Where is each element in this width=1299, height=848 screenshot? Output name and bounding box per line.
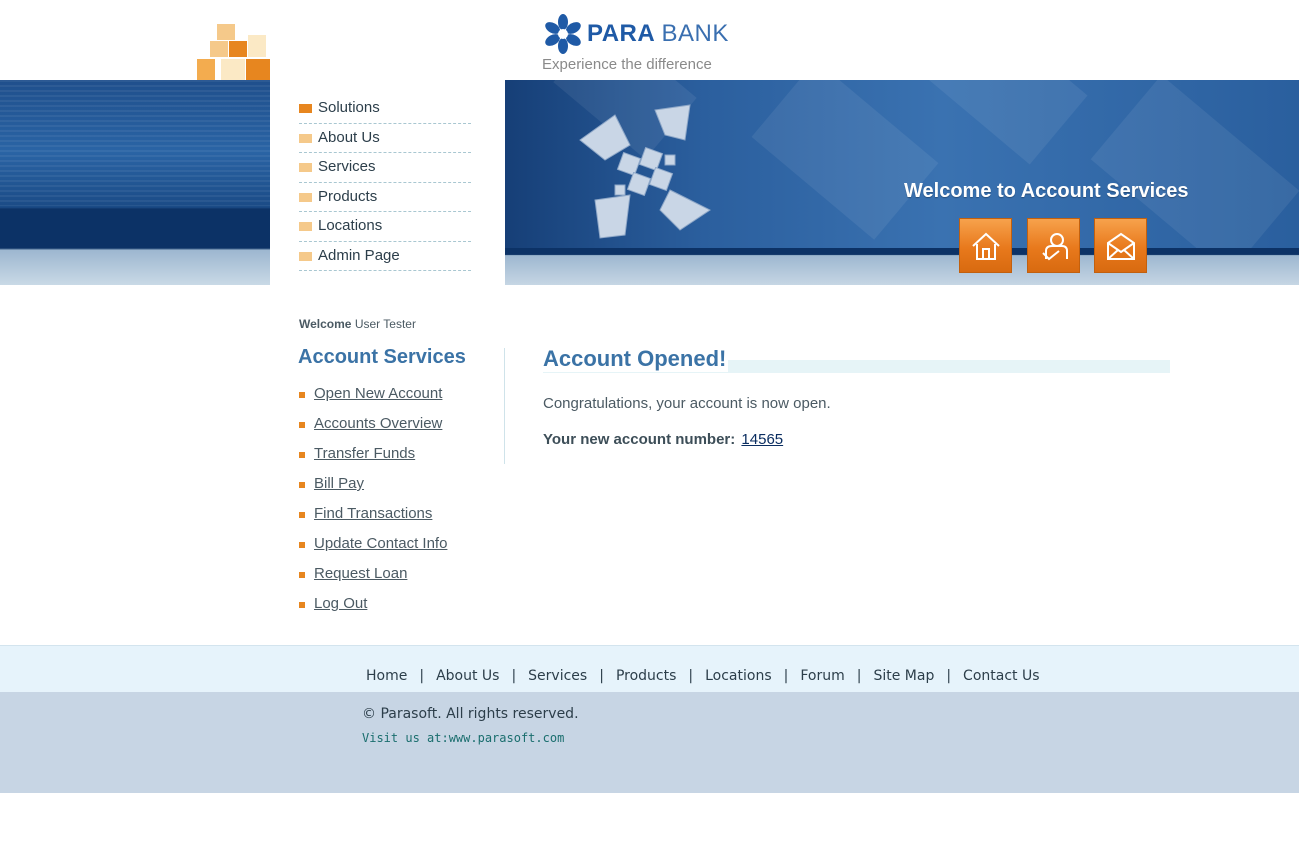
- bullet-icon: [299, 602, 305, 608]
- welcome-label: Welcome: [299, 317, 352, 331]
- bullet-icon: [299, 482, 305, 488]
- about-icon: [1042, 233, 1068, 261]
- menu-bullet-icon: [299, 133, 312, 143]
- open-new-account-link[interactable]: Open New Account: [314, 385, 442, 402]
- bullet-icon: [299, 452, 305, 458]
- bullet-icon: [299, 422, 305, 428]
- user-name: User Tester: [354, 317, 416, 331]
- menu-item-label[interactable]: Locations: [318, 217, 382, 234]
- solutions-menu-item-solutions: Solutions: [299, 94, 471, 124]
- menu-item-label[interactable]: Admin Page: [318, 247, 400, 264]
- menu-bullet-icon: [299, 192, 312, 202]
- copyright-text: © Parasoft. All rights reserved.: [362, 706, 579, 722]
- page-title: Account Opened!: [543, 346, 729, 372]
- footer-separator: |: [783, 668, 789, 684]
- solutions-menu: Solutions About Us Services Products Loc…: [299, 94, 471, 271]
- update-contact-info-link[interactable]: Update Contact Info: [314, 535, 447, 552]
- menu-item-label[interactable]: Products: [318, 188, 377, 205]
- footer-separator: |: [688, 668, 694, 684]
- footer-separator: |: [419, 668, 425, 684]
- account-number-label: Your new account number:: [543, 431, 736, 448]
- menu-bullet-icon: [299, 163, 312, 172]
- solutions-menu-item-about-us[interactable]: About Us: [299, 124, 471, 153]
- footer-link-home[interactable]: Home: [366, 668, 407, 684]
- brand-name-bold: PARA: [587, 20, 655, 47]
- brand-name: PARA BANK: [587, 20, 729, 48]
- column-divider: [504, 348, 505, 464]
- menu-bullet-icon: [299, 104, 312, 113]
- log-out-link[interactable]: Log Out: [314, 595, 367, 612]
- contact-envelope-icon: [1107, 232, 1135, 260]
- find-transactions-link[interactable]: Find Transactions: [314, 505, 432, 522]
- solutions-menu-item-admin-page[interactable]: Admin Page: [299, 242, 471, 271]
- banner-emblem-icon: [579, 104, 711, 239]
- footer-info: [0, 692, 1299, 793]
- footer-separator: |: [856, 668, 862, 684]
- bullet-icon: [299, 572, 305, 578]
- brand-name-light: BANK: [661, 20, 729, 47]
- footer-separator: |: [599, 668, 604, 684]
- home-button[interactable]: [959, 218, 1012, 273]
- footer-link-site-map[interactable]: Site Map: [873, 668, 934, 684]
- footer-link-contact-us[interactable]: Contact Us: [963, 668, 1039, 684]
- welcome-message: Welcome User Tester: [299, 317, 416, 331]
- bullet-icon: [299, 542, 305, 548]
- contact-button[interactable]: [1094, 218, 1147, 273]
- accounts-overview-link[interactable]: Accounts Overview: [314, 415, 442, 432]
- solutions-menu-item-services[interactable]: Services: [299, 153, 471, 183]
- transfer-funds-link[interactable]: Transfer Funds: [314, 445, 415, 462]
- footer-link-forum[interactable]: Forum: [800, 668, 844, 684]
- account-number-link[interactable]: 14565: [741, 431, 783, 448]
- menu-item-label: Solutions: [318, 99, 380, 116]
- footer-link-services[interactable]: Services: [528, 668, 587, 684]
- bullet-icon: [299, 392, 305, 398]
- decorative-blocks: [197, 24, 270, 80]
- footer-links: Home | About Us | Services | Products | Location…: [366, 668, 1040, 684]
- parabank-logo-icon: [545, 14, 581, 54]
- menu-item-label[interactable]: About Us: [318, 129, 380, 146]
- menu-bullet-icon: [299, 222, 312, 231]
- footer-separator: |: [946, 668, 952, 684]
- tagline: Experience the difference: [542, 56, 712, 73]
- footer-link-about-us[interactable]: About Us: [436, 668, 499, 684]
- about-button[interactable]: [1027, 218, 1080, 273]
- solutions-menu-item-products[interactable]: Products: [299, 183, 471, 212]
- welcome-heading: Welcome to Account Services: [904, 180, 1189, 202]
- footer-link-locations[interactable]: Locations: [705, 668, 772, 684]
- confirmation-message: Congratulations, your account is now ope…: [543, 395, 831, 412]
- footer-link-products[interactable]: Products: [616, 668, 676, 684]
- account-number-line: Your new account number: 14565: [543, 431, 783, 448]
- visit-link[interactable]: Visit us at:www.parasoft.com: [362, 731, 564, 745]
- footer-separator: |: [511, 668, 517, 684]
- bill-pay-link[interactable]: Bill Pay: [314, 475, 364, 492]
- menu-item-label[interactable]: Services: [318, 158, 376, 175]
- menu-bullet-icon: [299, 251, 312, 261]
- bullet-icon: [299, 512, 305, 518]
- request-loan-link[interactable]: Request Loan: [314, 565, 407, 582]
- banner-stripes: [0, 80, 270, 206]
- account-services-heading: Account Services: [298, 346, 466, 368]
- solutions-menu-item-locations[interactable]: Locations: [299, 212, 471, 242]
- home-icon: [972, 232, 1000, 260]
